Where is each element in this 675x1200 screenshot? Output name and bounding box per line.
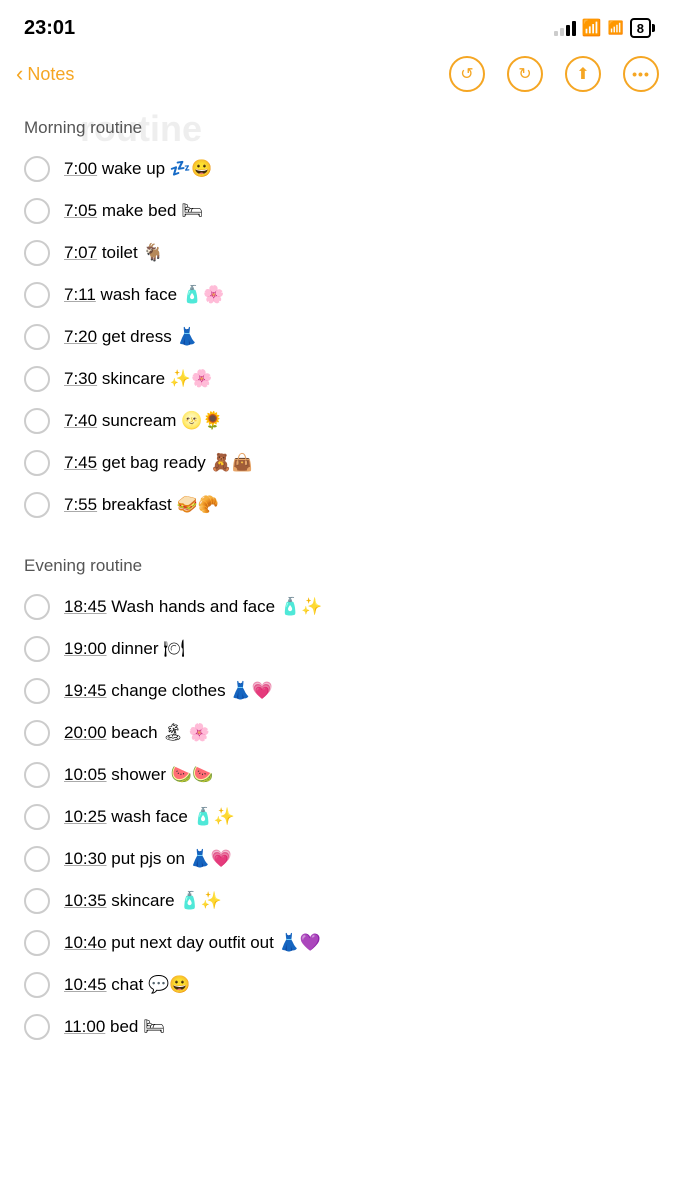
item-text-1845: 18:45 Wash hands and face 🧴✨ xyxy=(64,596,322,618)
item-text-1100: 11:00 bed 🛏 xyxy=(64,1016,165,1038)
item-text-720: 7:20 get dress 👗 xyxy=(64,326,198,348)
list-item: 10:05 shower 🍉🍉 xyxy=(24,754,651,796)
list-item: 20:00 beach 🏝 🌸 xyxy=(24,712,651,754)
undo-button[interactable]: ↺ xyxy=(449,56,485,92)
checkbox-1900[interactable] xyxy=(24,636,50,662)
notes-content: Morning routine 7:00 wake up 💤😀 7:05 mak… xyxy=(0,100,675,1088)
signal-icon xyxy=(554,20,576,36)
list-item: 7:55 breakfast 🥪🥐 xyxy=(24,484,651,526)
checkbox-1945[interactable] xyxy=(24,678,50,704)
list-item: 10:35 skincare 🧴✨ xyxy=(24,880,651,922)
checkbox-730[interactable] xyxy=(24,366,50,392)
list-item: 7:05 make bed 🛏 xyxy=(24,190,651,232)
nav-actions: ↺ ↻ ⬆ ••• xyxy=(449,56,659,92)
checkbox-1030[interactable] xyxy=(24,846,50,872)
list-item: 7:30 skincare ✨🌸 xyxy=(24,358,651,400)
checkbox-1005[interactable] xyxy=(24,762,50,788)
battery-icon: 8 xyxy=(630,18,651,38)
more-button[interactable]: ••• xyxy=(623,56,659,92)
list-item: 10:45 chat 💬😀 xyxy=(24,964,651,1006)
checkbox-1035[interactable] xyxy=(24,888,50,914)
checkbox-1045[interactable] xyxy=(24,972,50,998)
checkbox-1845[interactable] xyxy=(24,594,50,620)
share-button[interactable]: ⬆ xyxy=(565,56,601,92)
list-item: 18:45 Wash hands and face 🧴✨ xyxy=(24,586,651,628)
item-text-700: 7:00 wake up 💤😀 xyxy=(64,158,212,180)
item-text-1035: 10:35 skincare 🧴✨ xyxy=(64,890,222,912)
undo-icon: ↺ xyxy=(460,64,473,84)
morning-section-title: Morning routine xyxy=(24,118,651,138)
checkbox-755[interactable] xyxy=(24,492,50,518)
checkbox-1025[interactable] xyxy=(24,804,50,830)
back-label: Notes xyxy=(27,64,74,85)
list-item: 10:25 wash face 🧴✨ xyxy=(24,796,651,838)
checkbox-2000[interactable] xyxy=(24,720,50,746)
share-icon: ⬆ xyxy=(576,64,589,84)
item-text-745: 7:45 get bag ready 🧸👜 xyxy=(64,452,253,474)
status-bar: 23:01 📶 📶 8 xyxy=(0,0,675,50)
checkbox-700[interactable] xyxy=(24,156,50,182)
status-icons: 📶 📶 8 xyxy=(554,18,651,38)
list-item: 11:00 bed 🛏 xyxy=(24,1006,651,1048)
item-text-730: 7:30 skincare ✨🌸 xyxy=(64,368,212,390)
chevron-left-icon: ‹ xyxy=(16,61,23,87)
ellipsis-icon: ••• xyxy=(632,66,650,82)
item-text-707: 7:07 toilet 🐐 xyxy=(64,242,164,264)
list-item: 7:07 toilet 🐐 xyxy=(24,232,651,274)
list-item: 7:00 wake up 💤😀 xyxy=(24,148,651,190)
checkbox-707[interactable] xyxy=(24,240,50,266)
evening-section-title: Evening routine xyxy=(24,556,651,576)
morning-section: Morning routine 7:00 wake up 💤😀 7:05 mak… xyxy=(24,118,651,526)
list-item: 7:40 suncream 🌝🌻 xyxy=(24,400,651,442)
checkbox-705[interactable] xyxy=(24,198,50,224)
back-button[interactable]: ‹ Notes xyxy=(16,61,74,87)
list-item: 19:00 dinner 🍽 xyxy=(24,628,651,670)
checkbox-745[interactable] xyxy=(24,450,50,476)
list-item: 7:20 get dress 👗 xyxy=(24,316,651,358)
item-text-711: 7:11 wash face 🧴🌸 xyxy=(64,284,224,306)
item-text-1945: 19:45 change clothes 👗💗 xyxy=(64,680,273,702)
item-text-2000: 20:00 beach 🏝 🌸 xyxy=(64,722,210,744)
status-time: 23:01 xyxy=(24,17,75,40)
item-text-1030: 10:30 put pjs on 👗💗 xyxy=(64,848,232,870)
list-item: 10:4o put next day outfit out 👗💜 xyxy=(24,922,651,964)
checkbox-711[interactable] xyxy=(24,282,50,308)
checkbox-1040[interactable] xyxy=(24,930,50,956)
checkbox-1100[interactable] xyxy=(24,1014,50,1040)
nav-bar: ‹ Notes ↺ ↻ ⬆ ••• xyxy=(0,50,675,100)
checkbox-720[interactable] xyxy=(24,324,50,350)
list-item: 7:45 get bag ready 🧸👜 xyxy=(24,442,651,484)
item-text-1900: 19:00 dinner 🍽 xyxy=(64,638,185,660)
evening-section: Evening routine 18:45 Wash hands and fac… xyxy=(24,556,651,1048)
list-item: 7:11 wash face 🧴🌸 xyxy=(24,274,651,316)
list-item: 19:45 change clothes 👗💗 xyxy=(24,670,651,712)
checkbox-740[interactable] xyxy=(24,408,50,434)
wifi-icon: 📶 xyxy=(582,18,602,38)
list-item: 10:30 put pjs on 👗💗 xyxy=(24,838,651,880)
item-text-740: 7:40 suncream 🌝🌻 xyxy=(64,410,224,432)
item-text-1045: 10:45 chat 💬😀 xyxy=(64,974,190,996)
item-text-1040: 10:4o put next day outfit out 👗💜 xyxy=(64,932,321,954)
redo-icon: ↻ xyxy=(518,64,531,84)
item-text-755: 7:55 breakfast 🥪🥐 xyxy=(64,494,219,516)
item-text-1025: 10:25 wash face 🧴✨ xyxy=(64,806,235,828)
redo-button[interactable]: ↻ xyxy=(507,56,543,92)
item-text-1005: 10:05 shower 🍉🍉 xyxy=(64,764,213,786)
item-text-705: 7:05 make bed 🛏 xyxy=(64,200,203,222)
